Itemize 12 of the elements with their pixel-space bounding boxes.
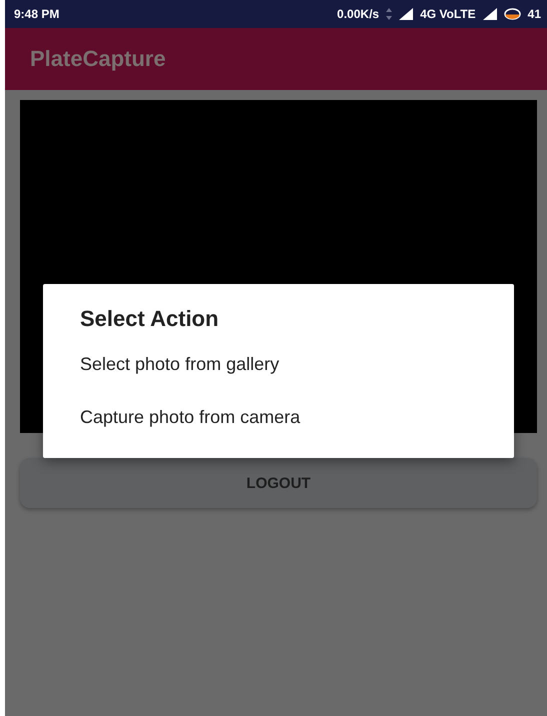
signal-icon — [399, 8, 414, 20]
network-speed: 0.00K/s — [337, 7, 380, 21]
app-title: PlateCapture — [30, 46, 166, 72]
signal-icon — [482, 8, 497, 20]
status-time: 9:48 PM — [14, 7, 60, 21]
battery-level: 41 — [528, 7, 541, 21]
battery-icon — [504, 8, 521, 20]
dialog-option[interactable]: Select photo from gallery — [80, 354, 477, 381]
dialog-option[interactable]: Capture photo from camera — [80, 407, 477, 434]
data-arrows-icon — [386, 8, 392, 20]
network-type: 4G VoLTE — [420, 7, 476, 21]
dialog-title: Select Action — [80, 306, 220, 332]
